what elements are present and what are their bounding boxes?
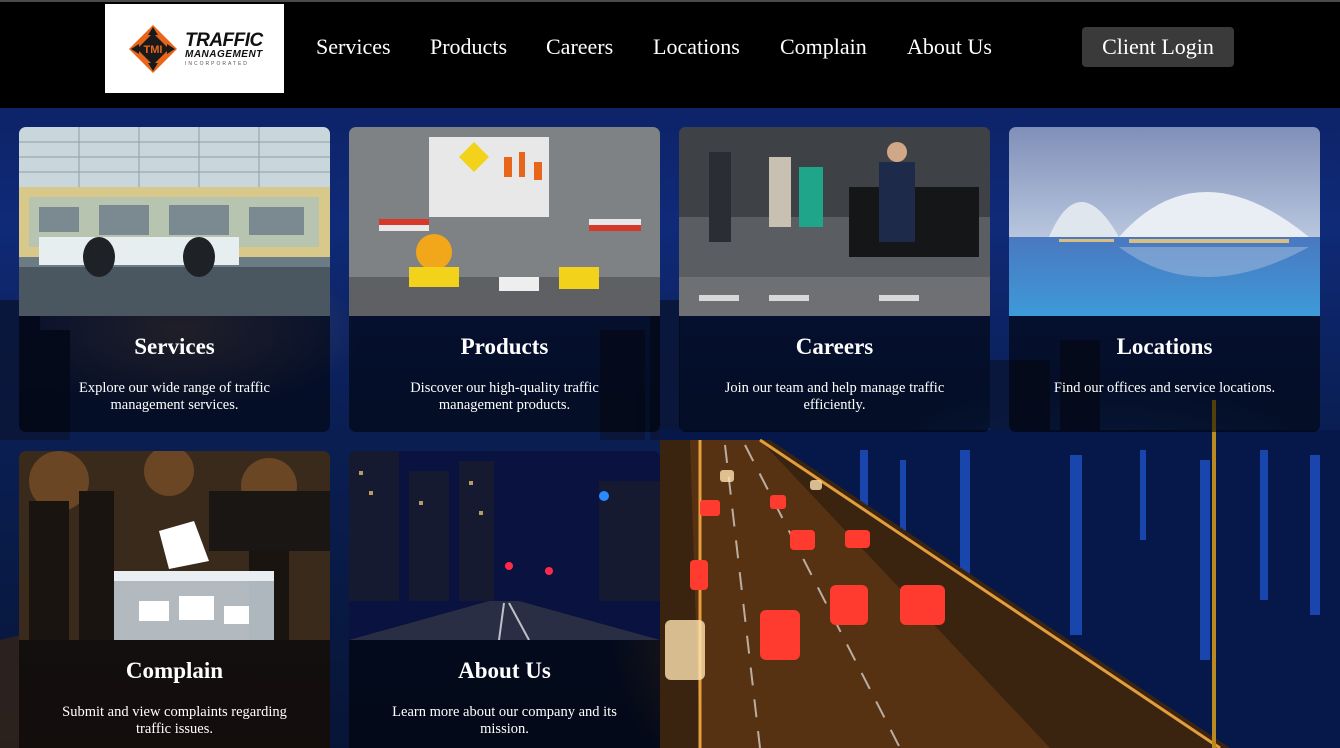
logo-line-1: TRAFFIC [185,29,263,51]
card-title: Services [134,334,215,359]
card-title: Careers [795,334,874,359]
card-products[interactable]: Products Discover our high-quality traff… [349,127,660,432]
card-description: Discover our high-quality traffic manage… [410,380,599,413]
control-room-photo [19,127,330,316]
nav-link-careers[interactable]: Careers [546,34,613,60]
client-login-button[interactable]: Client Login [1082,27,1234,67]
card-services[interactable]: Services Explore our wide range of traff… [19,127,330,432]
traffic-officer-photo [679,127,990,316]
night-street-photo [349,451,660,640]
card-description: Submit and view complaints regarding tra… [62,704,287,737]
card-complain-body: Complain Submit and view complaints rega… [19,640,330,748]
nav-link-services[interactable]: Services [316,34,391,60]
city-architecture-photo [1009,127,1320,316]
nav-link-locations[interactable]: Locations [653,34,740,60]
card-complain[interactable]: Complain Submit and view complaints rega… [19,451,330,748]
card-title: Products [460,334,549,359]
card-title: Locations [1116,334,1213,359]
card-title: Complain [125,658,224,683]
card-products-body: Products Discover our high-quality traff… [349,316,660,432]
nav-link-complain[interactable]: Complain [780,34,867,60]
card-about-us-body: About Us Learn more about our company an… [349,640,660,748]
traffic-products-photo [349,127,660,316]
card-locations[interactable]: Locations Find our offices and service l… [1009,127,1320,432]
card-description: Find our offices and service locations. [1053,380,1276,396]
card-description: Explore our wide range of traffic manage… [79,380,270,413]
card-services-body: Services Explore our wide range of traff… [19,316,330,432]
card-careers-body: Careers Join our team and help manage tr… [679,316,990,432]
ballot-box-photo [19,451,330,640]
logo-wordmark: TRAFFIC MANAGEMENT INCORPORATED [185,31,263,67]
card-title: About Us [458,658,551,683]
card-description: Join our team and help manage traffic ef… [724,380,945,413]
logo-diamond-icon: TMI [127,23,179,75]
logo-line-2: MANAGEMENT [185,48,263,60]
top-navigation-bar: TMI TRAFFIC MANAGEMENT INCORPORATED Serv… [0,0,1340,108]
nav-link-products[interactable]: Products [430,34,507,60]
nav-link-about-us[interactable]: About Us [907,34,992,60]
logo-line-3: INCORPORATED [185,60,249,67]
card-locations-body: Locations Find our offices and service l… [1009,316,1320,432]
card-description: Learn more about our company and its mis… [392,704,617,737]
card-careers[interactable]: Careers Join our team and help manage tr… [679,127,990,432]
company-logo[interactable]: TMI TRAFFIC MANAGEMENT INCORPORATED [105,4,284,93]
card-about-us[interactable]: About Us Learn more about our company an… [349,451,660,748]
logo-mark-text: TMI [144,44,163,56]
